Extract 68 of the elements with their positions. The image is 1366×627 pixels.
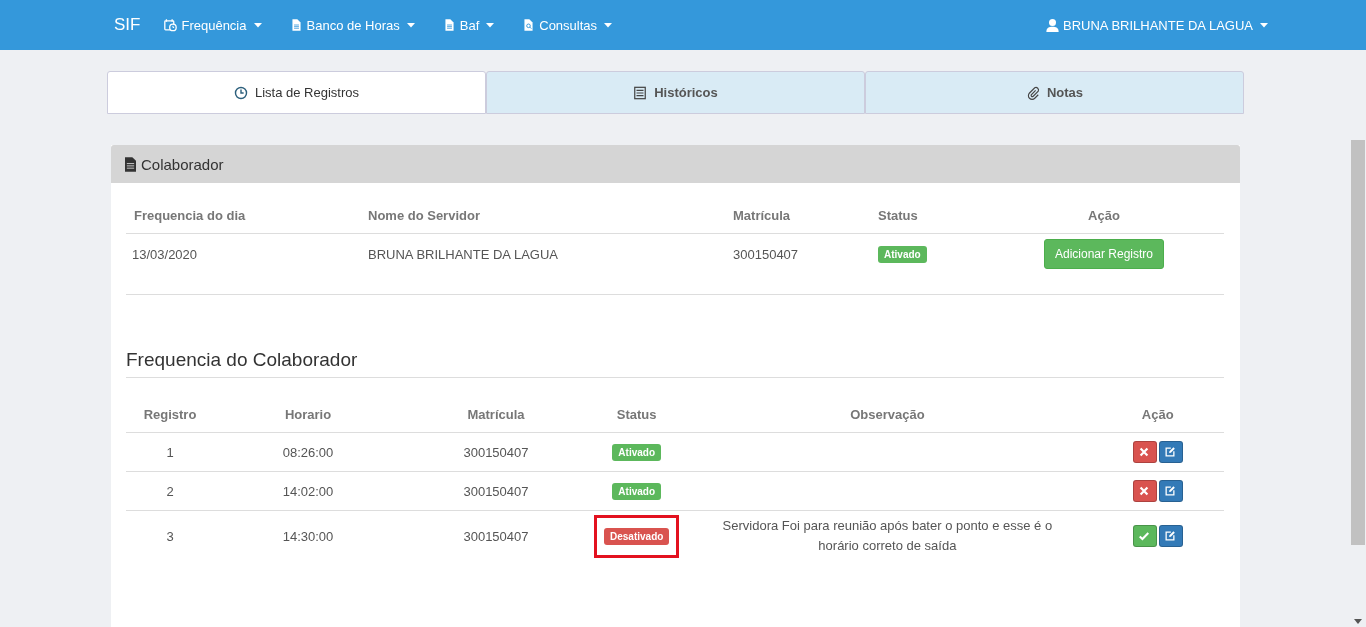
table-cell: 300150407 [402,510,590,561]
table-cell: BRUNA BRILHANTE DA LAGUA [362,233,727,274]
edit-button[interactable] [1158,441,1183,463]
list-icon [633,85,648,100]
table-cell: 300150407 [402,432,590,472]
column-header: Status [590,396,684,433]
brand-name[interactable]: SIF [112,15,143,35]
status-label: Desativado [604,527,670,545]
column-header: Registro [126,396,214,433]
document-icon [289,18,303,32]
table-cell: 13/03/2020 [126,233,362,274]
observation-text: Servidora Foi para reunião após bater o ponto e esse é o horário correto de saída [721,517,1054,555]
calendar-clock-icon [164,18,178,32]
clock-icon [233,85,248,100]
column-header: Nome do Servidor [362,197,727,234]
table-cell: 14:30:00 [214,510,402,561]
table-cell: 300150407 [402,471,590,511]
edit-button[interactable] [1158,480,1183,502]
caret-icon [486,22,495,28]
edit-icon [1163,485,1176,497]
document-icon [125,156,136,172]
caret-icon [604,22,613,28]
column-header: Ação [1091,396,1224,433]
user-icon [1046,18,1059,32]
tab[interactable]: Notas [865,71,1244,114]
nav-menu[interactable]: Baf [442,17,495,33]
column-header: Horario [214,396,402,433]
table-cell: 08:26:00 [214,432,402,472]
column-header: Matrícula [727,197,872,234]
column-header: Observação [683,396,1092,433]
edit-button[interactable] [1158,525,1183,547]
nav-menu[interactable]: Banco de Horas [289,17,415,33]
table-cell: 14:02:00 [214,471,402,511]
panel-title: Colaborador [141,155,224,173]
edit-icon [1163,530,1176,542]
nav-menu[interactable]: Consultas [522,17,613,33]
checkmark-icon [1137,530,1150,542]
tab[interactable]: Lista de Registros [107,71,486,114]
x-icon [1137,485,1150,497]
user-menu[interactable]: BRUNA BRILHANTE DA LAGUA [1046,17,1268,33]
nav-menu[interactable]: Frequência [164,17,262,33]
document-icon [442,18,456,32]
approve-button[interactable] [1132,525,1157,547]
status-label: Ativado [612,443,661,461]
table-cell: 300150407 [727,233,872,274]
document-search-icon [522,18,536,32]
column-header: Matrícula [402,396,590,433]
edit-icon [1163,446,1176,458]
status-label: Ativado [612,482,661,500]
table-cell: 1 [126,432,214,472]
caret-icon [253,22,262,28]
caret-icon [406,22,415,28]
caret-icon [1260,22,1268,28]
x-icon [1137,446,1150,458]
section-title: Frequencia do Colaborador [126,349,1224,378]
column-header: Ação [984,197,1224,234]
status-label: Ativado [878,245,927,263]
scroll-down-icon[interactable] [1354,619,1362,624]
table-cell: 3 [126,510,214,561]
column-header: Status [872,197,984,234]
table-cell: 2 [126,471,214,511]
column-header: Frequencia do dia [126,197,362,234]
delete-button[interactable] [1132,441,1157,463]
tab[interactable]: Históricos [486,71,865,114]
delete-button[interactable] [1132,480,1157,502]
paperclip-icon [1025,85,1040,100]
scrollbar-thumb[interactable] [1351,140,1365,545]
add-record-button[interactable]: Adicionar Registro [1043,239,1164,269]
